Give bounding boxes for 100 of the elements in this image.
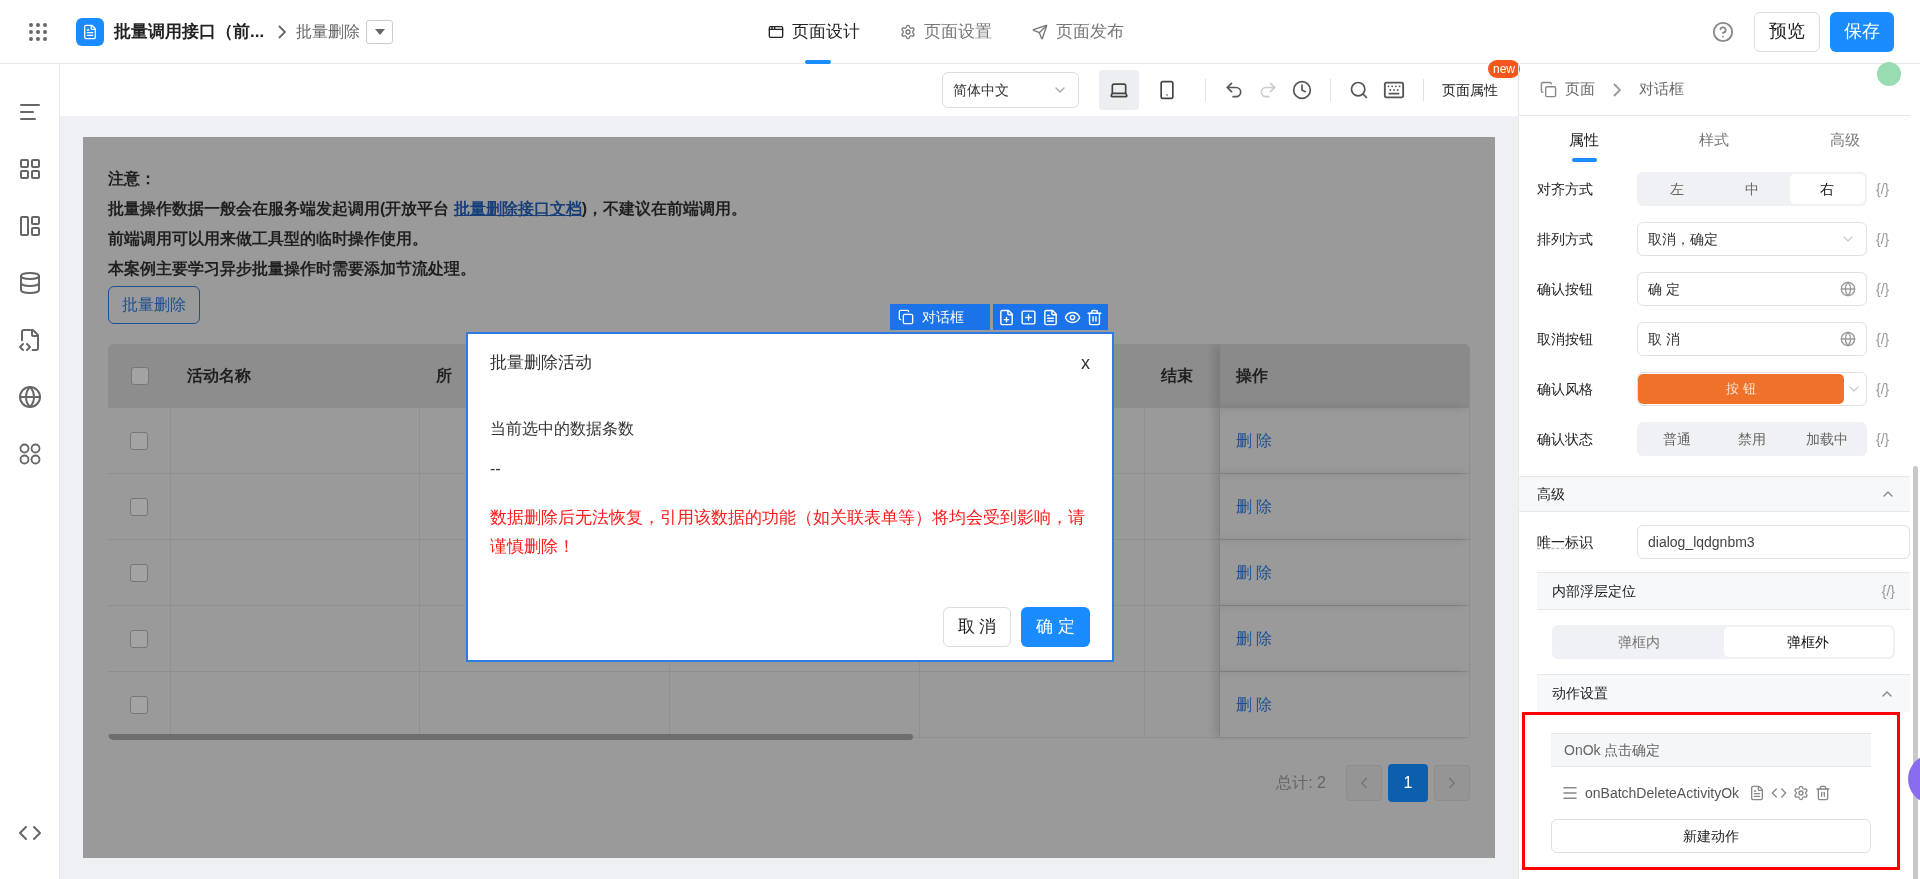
notice-text: 前端调用可以用来做工具型的临时操作使用。: [108, 229, 429, 249]
delete-link[interactable]: 删 除: [1236, 428, 1273, 453]
new-badge: new: [1488, 60, 1520, 78]
breadcrumb-item[interactable]: 页面: [1565, 78, 1595, 101]
segment-option[interactable]: 普通: [1639, 424, 1715, 454]
field-value: --: [490, 459, 502, 479]
script-icon[interactable]: [17, 328, 42, 352]
top-tab[interactable]: 页面设计: [768, 0, 860, 64]
settings-icon: [900, 24, 916, 40]
language-select[interactable]: 简体中文: [942, 72, 1079, 108]
property-label: 排列方式: [1537, 229, 1594, 249]
panel-tab[interactable]: 高级: [1779, 116, 1910, 164]
device-toggle[interactable]: [1099, 70, 1139, 110]
history-icon[interactable]: [1292, 80, 1312, 100]
window-icon: [768, 24, 784, 40]
close-button[interactable]: x: [1081, 349, 1090, 377]
handler-name[interactable]: onBatchDeleteActivityOk: [1585, 782, 1740, 804]
add-icon[interactable]: [1020, 308, 1037, 326]
search-icon[interactable]: [1349, 80, 1369, 100]
input-field[interactable]: 确 定: [1637, 272, 1867, 306]
app-title: 批量调用接口（前...: [114, 20, 265, 43]
property-label: 对齐方式: [1537, 179, 1594, 199]
add-file-icon[interactable]: [998, 308, 1015, 326]
copy-icon: [898, 309, 914, 325]
segment-option[interactable]: 弹框内: [1554, 627, 1724, 657]
notice-text: 本案例主要学习异步批量操作时需要添加节流处理。: [108, 259, 477, 279]
delete-icon[interactable]: [1086, 308, 1103, 326]
property-label: 确认状态: [1537, 429, 1594, 449]
delete-link[interactable]: 删 除: [1236, 494, 1273, 519]
top-tab[interactable]: 页面发布: [1032, 0, 1124, 64]
segment-option[interactable]: 加载中: [1789, 424, 1865, 454]
code-icon[interactable]: [1771, 785, 1788, 801]
settings-icon[interactable]: [1793, 785, 1810, 801]
batch-delete-button[interactable]: 批量删除: [108, 286, 200, 324]
top-tab[interactable]: 页面设置: [900, 0, 992, 64]
phone-icon: [1157, 80, 1177, 100]
ok-button[interactable]: 确 定: [1021, 607, 1090, 647]
caret-down-icon: [374, 28, 385, 35]
binding-icon[interactable]: {/}: [1876, 178, 1900, 200]
warning-text: 数据删除后无法恢复，引用该数据的功能（如关联表单等）将均会受到影响，请谨慎删除！: [490, 507, 1086, 558]
column-header: 结束: [1161, 366, 1193, 386]
cancel-button[interactable]: 取 消: [942, 607, 1012, 647]
globe-icon[interactable]: [1840, 331, 1856, 347]
checkbox[interactable]: [130, 563, 148, 582]
layout-icon[interactable]: [17, 214, 42, 238]
panel-tab[interactable]: 样式: [1649, 116, 1780, 164]
doc-link[interactable]: 批量删除接口文档: [453, 200, 582, 217]
drag-handle-icon[interactable]: [1561, 784, 1579, 802]
binding-icon[interactable]: {/}: [1881, 580, 1895, 602]
page-properties-button[interactable]: 页面属性: [1442, 82, 1498, 98]
checkbox[interactable]: [130, 497, 148, 516]
input-field[interactable]: 取 消: [1637, 322, 1867, 356]
column-header: 操作: [1236, 366, 1268, 386]
column-header: 活动名称: [187, 366, 251, 386]
scrollbar[interactable]: [1913, 466, 1918, 879]
delete-link[interactable]: 删 除: [1236, 692, 1273, 717]
binding-icon[interactable]: {/}: [1876, 428, 1900, 450]
segment-option[interactable]: 中: [1714, 174, 1790, 204]
checkbox[interactable]: [130, 431, 148, 450]
segment-option[interactable]: 左: [1639, 174, 1715, 204]
page-name: 批量删除: [296, 21, 361, 42]
globe-icon[interactable]: [1840, 281, 1856, 297]
checkbox[interactable]: [130, 367, 149, 385]
id-input[interactable]: dialog_lqdgnbm3: [1637, 525, 1910, 559]
notice-title: 注意：: [108, 169, 157, 189]
horizontal-scrollbar[interactable]: [108, 734, 913, 740]
breadcrumb-item[interactable]: 对话框: [1639, 78, 1684, 101]
segment-option[interactable]: 禁用: [1714, 424, 1790, 454]
delete-link[interactable]: 删 除: [1236, 560, 1273, 585]
checkbox[interactable]: [130, 629, 148, 648]
select-field[interactable]: 取消，确定: [1637, 222, 1867, 256]
dialog-tag[interactable]: 对话框: [890, 304, 990, 330]
checkbox[interactable]: [130, 695, 148, 714]
segment-option[interactable]: 右: [1789, 174, 1865, 204]
laptop-icon: [1109, 80, 1129, 100]
page-button[interactable]: 1: [1388, 764, 1428, 802]
panel-tab[interactable]: 属性: [1519, 116, 1650, 164]
binding-icon[interactable]: {/}: [1876, 378, 1900, 400]
binding-icon[interactable]: {/}: [1876, 228, 1900, 250]
database-icon[interactable]: [17, 271, 42, 295]
help-icon[interactable]: [1712, 20, 1734, 43]
binding-icon[interactable]: {/}: [1876, 328, 1900, 350]
delete-link[interactable]: 删 除: [1236, 626, 1273, 651]
page-dropdown-button[interactable]: [366, 19, 394, 44]
undo-icon[interactable]: [1224, 80, 1244, 100]
document-icon[interactable]: [1749, 785, 1766, 801]
preview-button[interactable]: 预览: [1754, 11, 1820, 52]
section-header[interactable]: 高级: [1519, 476, 1910, 512]
circles-grid-icon[interactable]: [17, 442, 42, 466]
delete-icon[interactable]: [1815, 785, 1832, 801]
keyboard-icon[interactable]: [1383, 79, 1405, 101]
page-icon: [1540, 81, 1557, 98]
segment-option[interactable]: 弹框外: [1723, 627, 1893, 657]
section-header[interactable]: 动作设置: [1537, 674, 1910, 712]
new-action-button[interactable]: 新建动作: [1551, 819, 1871, 853]
globe-icon[interactable]: [17, 385, 42, 409]
components-icon[interactable]: [17, 157, 42, 181]
save-button[interactable]: 保存: [1830, 11, 1894, 52]
binding-icon[interactable]: {/}: [1876, 278, 1900, 300]
document-icon[interactable]: [1042, 308, 1059, 326]
